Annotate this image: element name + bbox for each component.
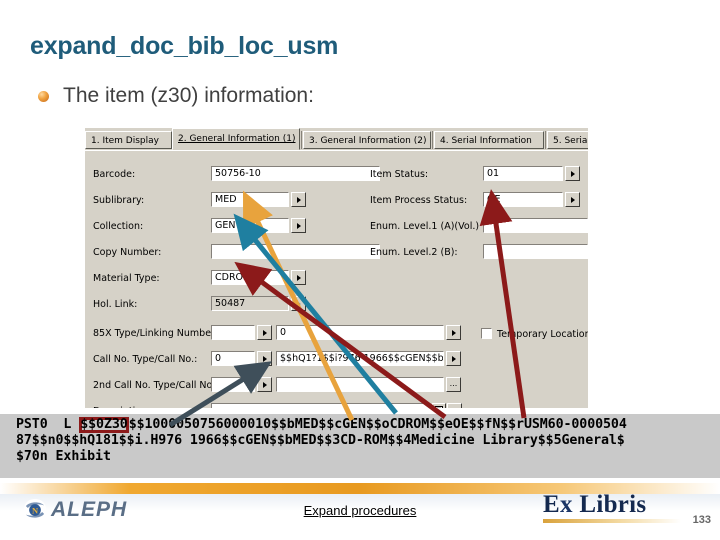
chevron-right-icon <box>451 355 456 362</box>
label-description: Description: <box>93 406 150 408</box>
input-2nd-call-no[interactable] <box>276 377 444 392</box>
input-sublibrary[interactable]: MED <box>211 192 289 207</box>
tab-separator-3 <box>545 131 546 149</box>
tab-separator-1 <box>301 131 302 149</box>
marc-line-3: $70n Exhibit <box>16 449 111 464</box>
dropdown-2nd-call-no-type-button[interactable] <box>257 377 272 392</box>
ex-libris-wordmark: Ex Libris <box>543 492 681 518</box>
input-enum-level-2[interactable] <box>483 244 588 259</box>
dropdown-sublibrary-button[interactable] <box>291 192 306 207</box>
page-number: 133 <box>692 514 711 526</box>
marc-line-2: 87$$n0$$hQ181$$i.H976 1966$$cGEN$$bMED$$… <box>16 433 625 448</box>
tab-general-information-2[interactable]: 3. General Information (2) <box>303 131 431 149</box>
bullet-item: The item (z30) information: <box>38 84 314 108</box>
label-sublibrary: Sublibrary: <box>93 195 145 206</box>
item-form-window: 1. Item Display 2. General Information (… <box>85 128 588 408</box>
ex-libris-underline <box>543 519 681 523</box>
dropdown-call-no-button[interactable] <box>446 351 461 366</box>
label-2nd-call-no-type: 2nd Call No. Type/Call No. <box>93 380 216 391</box>
chevron-right-icon <box>262 381 267 388</box>
ex-libris-x: x <box>559 491 573 518</box>
chevron-right-icon <box>262 329 267 336</box>
chevron-right-icon <box>570 170 575 177</box>
input-description[interactable] <box>211 403 430 408</box>
bullet-text: The item (z30) information: <box>63 84 314 107</box>
tab-separator-2 <box>432 131 433 149</box>
input-linking-number[interactable]: 0 <box>276 325 444 340</box>
label-copy-number: Copy Number: <box>93 247 162 258</box>
chevron-right-icon <box>262 355 267 362</box>
dropdown-collection-button[interactable] <box>291 218 306 233</box>
ex-libris-e: E <box>543 491 560 518</box>
label-enum-level-1: Enum. Level.1 (A)(Vol.) <box>370 221 480 232</box>
marc-line-1-rest: $$1000050756000010$$bMED$$cGEN$$oCDROM$$… <box>128 417 627 432</box>
input-collection[interactable]: GEN <box>211 218 289 233</box>
label-hol-link: Hol. Link: <box>93 299 138 310</box>
label-item-status: Item Status: <box>370 169 429 180</box>
chevron-right-icon <box>296 300 301 307</box>
input-hol-link[interactable]: 50487 <box>211 296 289 311</box>
tab-serial-information[interactable]: 4. Serial Information <box>434 131 544 149</box>
chevron-right-icon <box>451 329 456 336</box>
chevron-right-icon <box>570 196 575 203</box>
input-barcode[interactable]: 50756-10 <box>211 166 380 181</box>
input-85x-type[interactable] <box>211 325 255 340</box>
tab-general-information-1[interactable]: 2. General Information (1) <box>172 128 300 150</box>
input-copy-number[interactable] <box>211 244 380 259</box>
dropdown-description-button[interactable] <box>447 403 462 408</box>
list-icon <box>435 405 443 408</box>
label-85x-type-linking-number: 85X Type/Linking Number: <box>93 328 218 339</box>
page-title: expand_doc_bib_loc_usm <box>30 32 339 60</box>
tab-item-display[interactable]: 1. Item Display <box>85 131 172 149</box>
checkbox-temporary-location[interactable] <box>481 328 492 339</box>
input-material-type[interactable]: CDROM <box>211 270 289 285</box>
bullet-dot-icon <box>38 90 49 102</box>
label-temporary-location: Temporary Location <box>497 329 588 340</box>
dropdown-item-process-status-button[interactable] <box>565 192 580 207</box>
input-2nd-call-no-type[interactable] <box>211 377 255 392</box>
dropdown-call-no-type-button[interactable] <box>257 351 272 366</box>
chevron-right-icon <box>296 274 301 281</box>
label-enum-level-2: Enum. Level.2 (B): <box>370 247 458 258</box>
marc-record-panel: PST0 L $$0Z30$$1000050756000010$$bMED$$c… <box>0 414 720 478</box>
marc-line-1: PST0 L $$0Z30$$1000050756000010$$bMED$$c… <box>0 417 720 433</box>
label-barcode: Barcode: <box>93 169 136 180</box>
label-material-type: Material Type: <box>93 273 160 284</box>
input-item-status[interactable]: 01 <box>483 166 563 181</box>
input-call-no-type[interactable]: 0 <box>211 351 255 366</box>
input-enum-level-1[interactable] <box>483 218 588 233</box>
browse-2nd-call-no-button[interactable]: ... <box>446 377 461 392</box>
dropdown-item-status-button[interactable] <box>565 166 580 181</box>
ex-libris-logo: Ex Libris <box>543 492 681 523</box>
chevron-right-icon <box>296 222 301 229</box>
marc-line-1-prefix: PST0 L <box>16 417 80 432</box>
input-call-no[interactable]: $$hQ1?1$$i?976 1966$$cGEN$$b <box>276 351 444 366</box>
tab-strip: 1. Item Display 2. General Information (… <box>85 128 588 150</box>
dropdown-85x-type-button[interactable] <box>257 325 272 340</box>
dropdown-hol-link-button[interactable] <box>291 296 306 311</box>
ex-libris-libris: Libris <box>572 491 647 518</box>
dropdown-material-type-button[interactable] <box>291 270 306 285</box>
label-item-process-status: Item Process Status: <box>370 195 468 206</box>
chevron-right-icon <box>452 407 457 408</box>
form-body: Barcode: Sublibrary: Collection: Copy Nu… <box>85 150 588 408</box>
tab-serial-levels[interactable]: 5. Serial Leve <box>547 131 588 149</box>
label-collection: Collection: <box>93 221 144 232</box>
description-list-button[interactable] <box>432 403 446 408</box>
dropdown-linking-number-button[interactable] <box>446 325 461 340</box>
label-call-no-type: Call No. Type/Call No.: <box>93 354 198 365</box>
marc-highlight-z30: $$0Z30 <box>80 417 128 432</box>
input-item-process-status[interactable]: OE <box>483 192 563 207</box>
chevron-right-icon <box>296 196 301 203</box>
